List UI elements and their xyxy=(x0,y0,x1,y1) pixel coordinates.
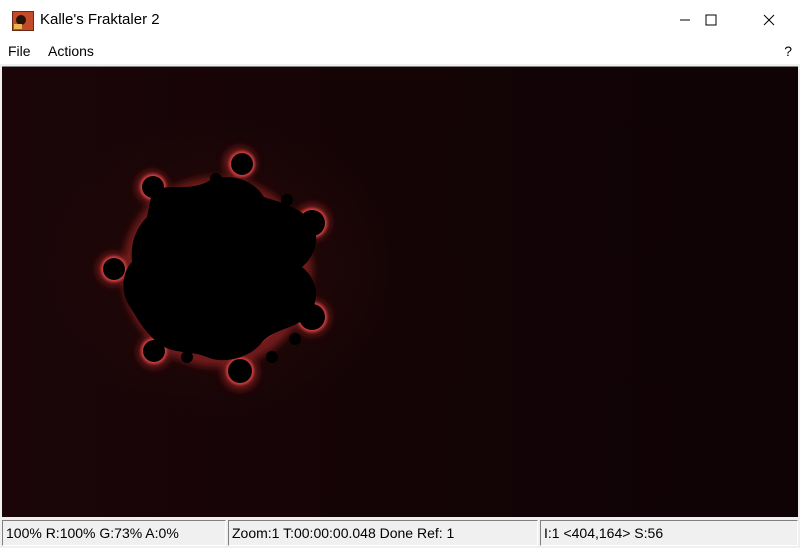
status-bar: 100% R:100% G:73% A:0% Zoom:1 T:00:00:00… xyxy=(0,518,800,548)
fractal-app-icon xyxy=(12,11,34,31)
status-color-pane: 100% R:100% G:73% A:0% xyxy=(2,520,226,546)
menu-file[interactable]: File xyxy=(8,43,31,59)
close-icon xyxy=(763,14,775,26)
title-bar: Kalle's Fraktaler 2 xyxy=(0,0,800,40)
fractal-canvas[interactable] xyxy=(2,66,798,517)
maximize-icon xyxy=(705,14,717,26)
close-button[interactable] xyxy=(746,0,792,40)
menu-actions[interactable]: Actions xyxy=(48,43,94,59)
maximize-button[interactable] xyxy=(688,0,734,40)
status-zoom-pane: Zoom:1 T:00:00:00.048 Done Ref: 1 xyxy=(228,520,538,546)
status-iteration-pane: I:1 <404,164> S:56 xyxy=(540,520,798,546)
mandelbrot-fractal-image xyxy=(97,147,330,390)
help-menu[interactable]: ? xyxy=(784,43,792,59)
window-title: Kalle's Fraktaler 2 xyxy=(40,11,160,28)
menu-bar: File Actions ? xyxy=(0,40,800,64)
